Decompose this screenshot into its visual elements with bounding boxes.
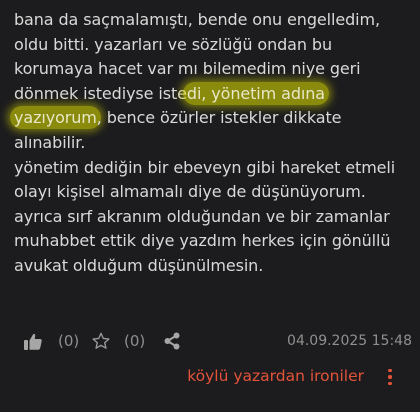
text-highlight: yazıyorum — [10, 106, 101, 130]
entry-body: bana da saçmalamıştı, bende onu engelled… — [10, 8, 414, 279]
favorite-count: (0) — [124, 332, 146, 350]
entry-text: , bence özürler istekler dikkate — [96, 108, 342, 128]
entry-line: yönetim dediğin bir ebeveyn gibi hareket… — [14, 157, 396, 177]
more-menu-button[interactable] — [380, 364, 400, 390]
author-row: köylü yazardan ironiler — [0, 364, 420, 392]
entry-line: korumaya hacet var mı bilemedim niye ger… — [14, 59, 361, 79]
entry-line: oldu bitti. yazarları ve sözlüğü ondan b… — [14, 34, 333, 54]
thumbs-up-icon — [24, 333, 42, 350]
entry-line-highlighted: yazıyorum, bence özürler istekler dikkat… — [10, 106, 414, 131]
entry-line: avukat olduğum düşünülmesin. — [14, 255, 264, 275]
more-vertical-icon — [388, 375, 392, 379]
entry-text: dönmek istediyse iste — [14, 83, 187, 103]
author-link[interactable]: köylü yazardan ironiler — [187, 367, 364, 385]
entry-footer: (0) (0) 04.09.2025 15:48 — [0, 326, 420, 356]
upvote-count: (0) — [58, 332, 80, 350]
text-highlight: di, yönetim adına — [182, 81, 329, 105]
entry-date: 04.09.2025 15:48 — [287, 333, 412, 349]
entry-line: olayı kişisel almamalı diye de düşünüyor… — [14, 182, 366, 202]
entry-line: muhabbet ettik diye yazdım herkes için g… — [14, 231, 391, 251]
favorite-button[interactable] — [91, 326, 111, 356]
more-vertical-icon — [388, 381, 392, 386]
entry-line-highlighted: dönmek istediyse istedi, yönetim adına — [14, 81, 414, 107]
entry-line: ayrıca sırf akranım olduğundan ve bir za… — [14, 206, 390, 226]
star-icon — [92, 332, 110, 349]
more-vertical-icon — [388, 368, 392, 373]
share-icon — [164, 332, 180, 350]
share-button[interactable] — [162, 326, 182, 356]
entry-line: bana da saçmalamıştı, bende onu engelled… — [14, 10, 380, 29]
entry-line: alınabilir. — [14, 132, 86, 152]
upvote-button[interactable] — [22, 326, 44, 356]
